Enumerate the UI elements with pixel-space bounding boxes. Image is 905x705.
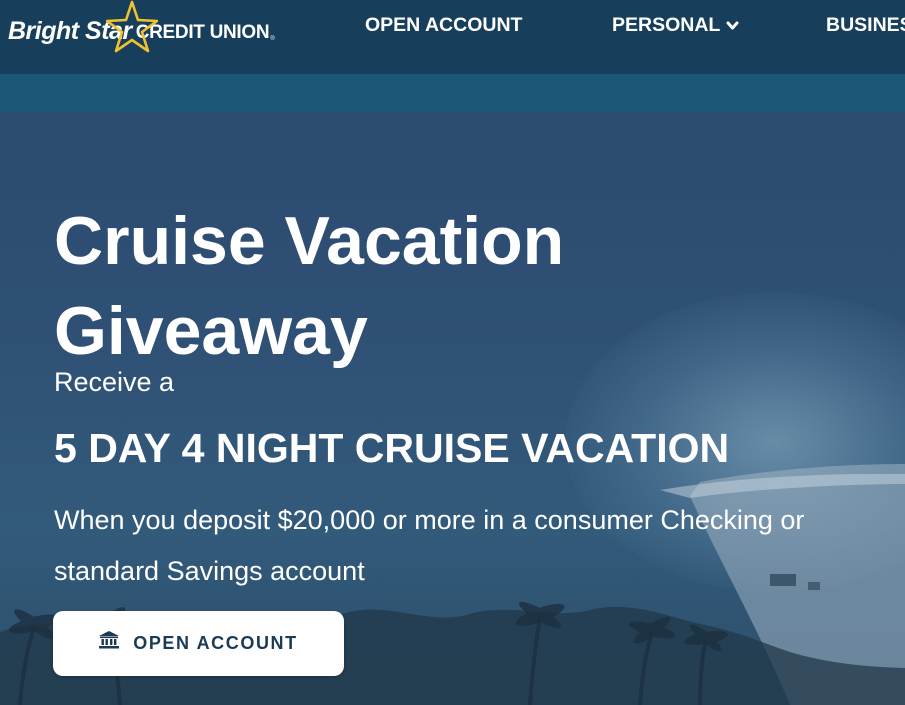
- nav-open-account[interactable]: OPEN ACCOUNT: [365, 14, 522, 37]
- main-nav: OPEN ACCOUNT PERSONAL BUSINESS: [0, 14, 905, 38]
- hero-title-line2: Giveaway: [54, 293, 368, 369]
- nav-personal-label: PERSONAL: [612, 14, 721, 36]
- bank-icon: [99, 631, 120, 654]
- open-account-button[interactable]: OPEN ACCOUNT: [53, 611, 344, 676]
- nav-business-label: BUSINESS: [826, 14, 905, 36]
- hero-offer-description: When you deposit $20,000 or more in a co…: [54, 505, 805, 586]
- sub-navigation-bar: [0, 74, 905, 112]
- open-account-button-label: OPEN ACCOUNT: [133, 633, 298, 653]
- hero-intro-text: Receive a: [54, 367, 175, 397]
- chevron-down-icon: [726, 14, 739, 37]
- nav-business[interactable]: BUSINESS: [826, 14, 905, 37]
- hero-offer-headline: 5 DAY 4 NIGHT CRUISE VACATION: [54, 425, 730, 471]
- hero-banner: Cruise Vacation Giveaway Receive a 5 DAY…: [0, 112, 905, 705]
- nav-personal[interactable]: PERSONAL: [612, 14, 739, 37]
- hero-title-line1: Cruise Vacation: [54, 203, 565, 279]
- site-header: Bright Star CREDIT UNION ® OPEN ACCOUNT …: [0, 0, 905, 74]
- hero-title: Cruise Vacation Giveaway: [54, 196, 564, 376]
- nav-open-account-label: OPEN ACCOUNT: [365, 14, 523, 36]
